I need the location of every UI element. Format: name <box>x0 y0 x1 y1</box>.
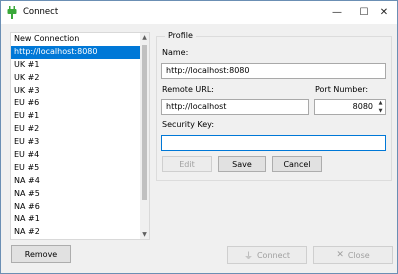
list-item[interactable]: UK #1 <box>11 59 149 72</box>
close-button[interactable]: ✕ Close <box>313 246 393 264</box>
list-item[interactable]: EU #2 <box>11 123 149 136</box>
close-button-label: Close <box>347 250 370 260</box>
title-bar[interactable]: Connect — ☐ ✕ <box>1 1 397 24</box>
chevron-up-icon[interactable]: ▲ <box>376 99 385 107</box>
list-item[interactable]: EU #3 <box>11 136 149 149</box>
connect-button[interactable]: ⏚ Connect <box>227 246 307 264</box>
profile-group-label: Profile <box>165 31 196 40</box>
security-key-field[interactable] <box>161 135 386 151</box>
remote-url-label: Remote URL: <box>162 85 214 94</box>
scrollbar-thumb[interactable] <box>142 45 147 200</box>
list-item[interactable]: EU #5 <box>11 162 149 175</box>
list-item[interactable]: NA #2 <box>11 226 149 239</box>
scroll-up-arrow-icon[interactable]: ▲ <box>140 33 149 42</box>
port-stepper[interactable]: ▲ ▼ <box>376 99 385 115</box>
remote-url-field[interactable]: http://localhost <box>161 99 309 115</box>
plug-icon: ⏚ <box>243 251 253 262</box>
window-client: New Connection http://localhost:8080 UK #1… <box>1 24 397 273</box>
list-item[interactable]: NA #6 <box>11 201 149 214</box>
security-key-label: Security Key: <box>162 120 215 129</box>
list-item[interactable]: EU #6 <box>11 97 149 110</box>
connection-list[interactable]: New Connection http://localhost:8080 UK #1… <box>10 32 150 240</box>
save-button[interactable]: Save <box>218 156 266 172</box>
list-item[interactable]: NA #5 <box>11 188 149 201</box>
plug-icon <box>7 6 17 19</box>
list-item[interactable]: EU #4 <box>11 149 149 162</box>
window-title: Connect <box>23 7 59 17</box>
list-item[interactable]: NA #1 <box>11 213 149 226</box>
remove-button[interactable]: Remove <box>11 245 71 263</box>
chevron-down-icon[interactable]: ▼ <box>376 107 385 115</box>
port-number-label: Port Number: <box>315 85 369 94</box>
close-window-button[interactable]: ✕ <box>370 1 398 24</box>
scroll-down-arrow-icon[interactable]: ▼ <box>140 230 149 239</box>
list-item[interactable]: UK #2 <box>11 72 149 85</box>
list-item[interactable]: NA #4 <box>11 175 149 188</box>
name-label: Name: <box>162 48 189 57</box>
name-field[interactable]: http://localhost:8080 <box>161 63 386 79</box>
list-scrollbar[interactable]: ▲ ▼ <box>140 33 149 239</box>
list-item[interactable]: New Connection <box>11 33 149 46</box>
minimize-button[interactable]: — <box>323 1 351 24</box>
cancel-button[interactable]: Cancel <box>272 156 322 172</box>
list-item[interactable]: http://localhost:8080 <box>11 45 149 59</box>
list-item[interactable]: EU #1 <box>11 110 149 123</box>
x-icon: ✕ <box>336 250 344 260</box>
edit-button[interactable]: Edit <box>162 156 212 172</box>
list-item[interactable]: UK #3 <box>11 85 149 98</box>
connect-button-label: Connect <box>256 250 291 260</box>
connect-window: Connect — ☐ ✕ New Connection http://local… <box>0 0 398 274</box>
connection-list-items: New Connection http://localhost:8080 UK #1… <box>11 33 149 239</box>
